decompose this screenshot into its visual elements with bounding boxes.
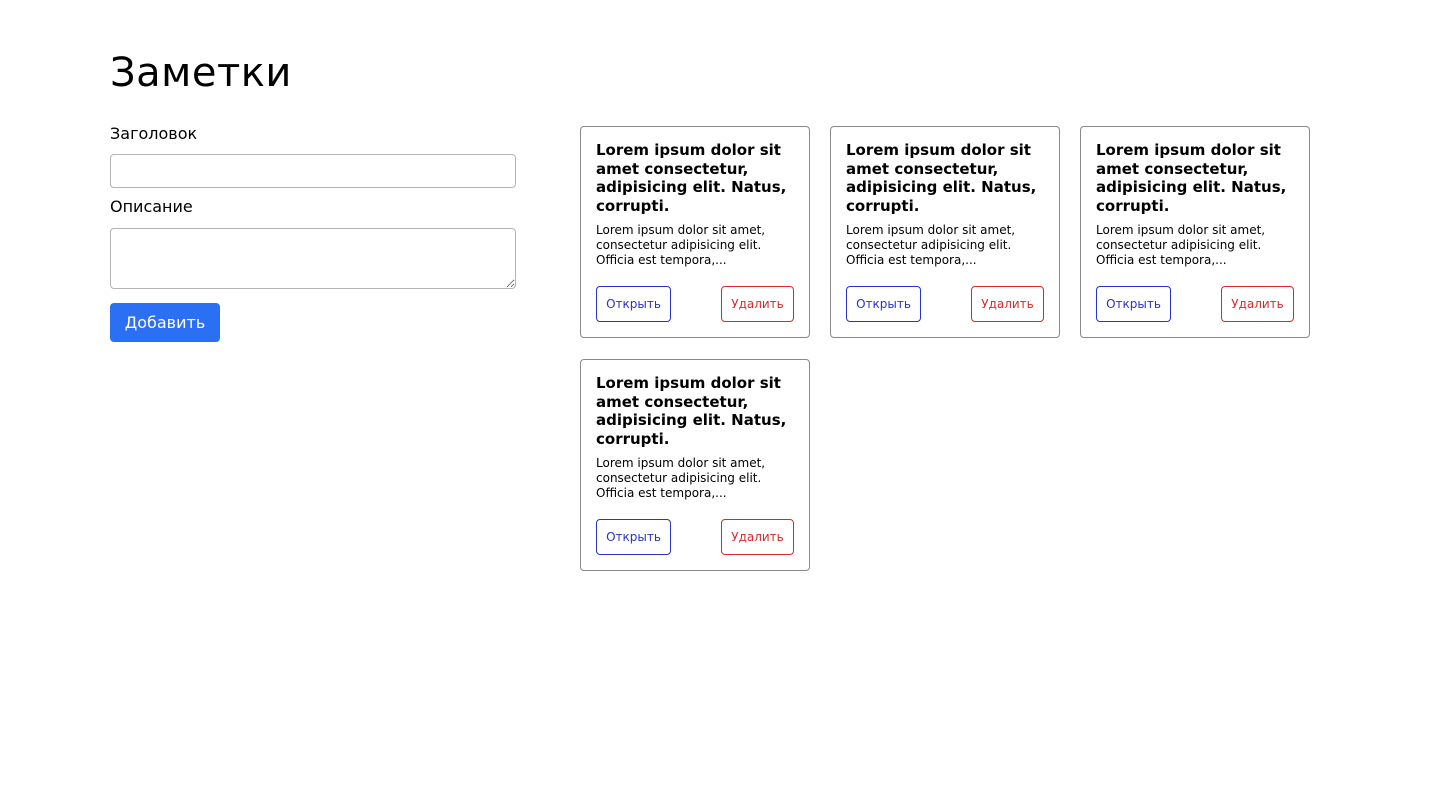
delete-button[interactable]: Удалить <box>721 519 794 555</box>
note-actions: Открыть Удалить <box>596 519 794 555</box>
note-form: Заголовок Описание Добавить <box>110 124 516 342</box>
delete-button[interactable]: Удалить <box>971 286 1044 322</box>
description-textarea[interactable] <box>110 228 516 289</box>
note-description: Lorem ipsum dolor sit amet, consectetur … <box>846 223 1016 267</box>
note-card: Lorem ipsum dolor sit amet consectetur, … <box>580 126 810 338</box>
delete-button[interactable]: Удалить <box>721 286 794 322</box>
note-actions: Открыть Удалить <box>846 286 1044 322</box>
open-button[interactable]: Открыть <box>1096 286 1171 322</box>
add-button[interactable]: Добавить <box>110 303 220 342</box>
note-description: Lorem ipsum dolor sit amet, consectetur … <box>596 456 766 500</box>
notes-grid: Lorem ipsum dolor sit amet consectetur, … <box>580 126 1320 571</box>
open-button[interactable]: Открыть <box>846 286 921 322</box>
page-title: Заметки <box>110 50 292 96</box>
note-title: Lorem ipsum dolor sit amet consectetur, … <box>596 141 787 215</box>
delete-button[interactable]: Удалить <box>1221 286 1294 322</box>
note-actions: Открыть Удалить <box>596 286 794 322</box>
note-card: Lorem ipsum dolor sit amet consectetur, … <box>580 359 810 571</box>
note-card: Lorem ipsum dolor sit amet consectetur, … <box>1080 126 1310 338</box>
note-description: Lorem ipsum dolor sit amet, consectetur … <box>1096 223 1266 267</box>
open-button[interactable]: Открыть <box>596 519 671 555</box>
description-label: Описание <box>110 197 193 216</box>
note-title: Lorem ipsum dolor sit amet consectetur, … <box>846 141 1037 215</box>
note-description: Lorem ipsum dolor sit amet, consectetur … <box>596 223 766 267</box>
title-input[interactable] <box>110 154 516 188</box>
note-title: Lorem ipsum dolor sit amet consectetur, … <box>1096 141 1287 215</box>
note-actions: Открыть Удалить <box>1096 286 1294 322</box>
title-label: Заголовок <box>110 124 198 143</box>
note-title: Lorem ipsum dolor sit amet consectetur, … <box>596 374 787 448</box>
open-button[interactable]: Открыть <box>596 286 671 322</box>
note-card: Lorem ipsum dolor sit amet consectetur, … <box>830 126 1060 338</box>
